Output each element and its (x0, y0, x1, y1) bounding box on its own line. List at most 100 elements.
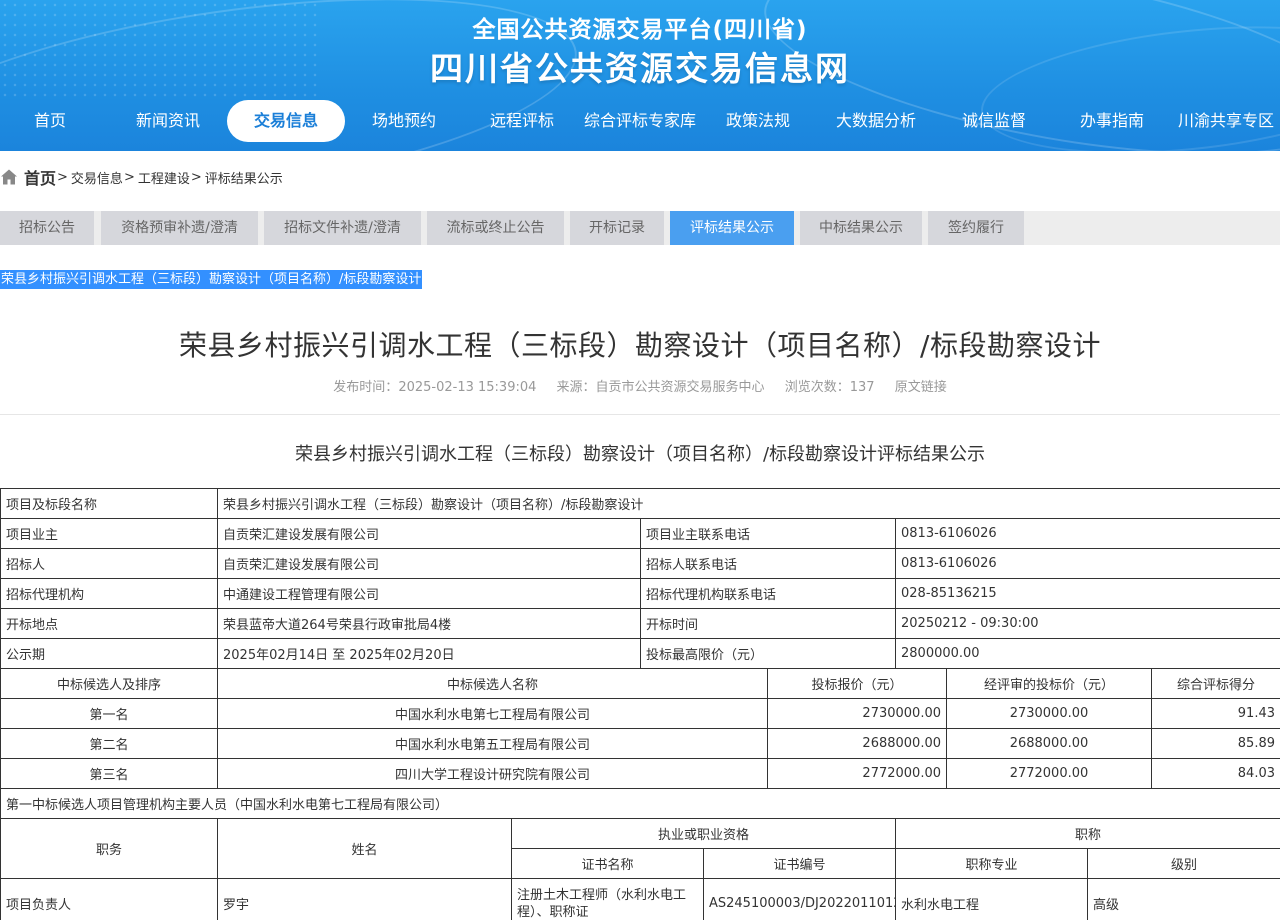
site-header: 全国公共资源交易平台(四川省) 四川省公共资源交易信息网 首页 新闻资讯 交易信… (0, 0, 1280, 151)
info-label: 公示期 (0, 638, 218, 669)
info-value: 自贡荣汇建设发展有限公司 (217, 548, 641, 579)
breadcrumb-construction[interactable]: 工程建设 (138, 168, 190, 187)
candidate-evaluated-bid: 2688000.00 (946, 728, 1152, 759)
personnel-level: 高级 (1087, 878, 1280, 920)
tab-evaluation-result[interactable]: 评标结果公示 (670, 211, 794, 245)
view-count: 浏览次数：137 (784, 380, 875, 395)
nav-policy[interactable]: 政策法规 (708, 100, 808, 142)
tab-opening-record[interactable]: 开标记录 (570, 211, 664, 245)
tab-award-result[interactable]: 中标结果公示 (800, 211, 922, 245)
candidate-rank: 第二名 (0, 728, 218, 759)
candidate-name: 中国水利水电第七工程局有限公司 (217, 698, 768, 729)
info-label: 投标最高限价（元） (640, 638, 896, 669)
nav-home[interactable]: 首页 (0, 100, 100, 142)
info-label: 项目业主联系电话 (640, 518, 896, 549)
nav-remote-evaluation[interactable]: 远程评标 (472, 100, 572, 142)
breadcrumb-current: 评标结果公示 (204, 171, 283, 187)
col-header-qualification: 执业或职业资格 (510, 818, 897, 849)
table-row: 项目负责人 罗宇 注册土木工程师（水利水电工程）、职称证 AS245100003… (0, 878, 1280, 920)
info-label: 招标人 (0, 548, 218, 579)
article-meta: 发布时间：2025-02-13 15:39:04 来源：自贡市公共资源交易服务中… (0, 376, 1280, 395)
project-name-value: 荣县乡村振兴引调水工程（三标段）勘察设计（项目名称）/标段勘察设计 (217, 488, 1280, 519)
info-value: 0813-6106026 (895, 518, 1280, 549)
table-row: 项目业主 自贡荣汇建设发展有限公司 项目业主联系电话 0813-6106026 (0, 518, 1280, 549)
candidate-name: 中国水利水电第五工程局有限公司 (217, 728, 768, 759)
nav-chuanyu-zone[interactable]: 川渝共享专区 (1172, 100, 1280, 142)
info-label: 招标代理机构联系电话 (640, 578, 896, 609)
info-value: 20250212 - 09:30:00 (895, 608, 1280, 639)
personnel-title-major: 水利水电工程 (895, 878, 1089, 920)
tab-tender-notice[interactable]: 招标公告 (0, 211, 94, 245)
nav-news[interactable]: 新闻资讯 (118, 100, 218, 142)
tab-contract[interactable]: 签约履行 (928, 211, 1024, 245)
col-header: 投标报价（元） (767, 668, 947, 699)
divider (0, 414, 1280, 415)
tab-failed-termination[interactable]: 流标或终止公告 (427, 211, 564, 245)
nav-trade-info[interactable]: 交易信息 (227, 100, 345, 142)
info-value: 0813-6106026 (895, 548, 1280, 579)
candidate-name: 四川大学工程设计研究院有限公司 (217, 758, 768, 789)
candidate-bid: 2772000.00 (767, 758, 947, 789)
table-row: 项目及标段名称 荣县乡村振兴引调水工程（三标段）勘察设计（项目名称）/标段勘察设… (0, 488, 1280, 519)
col-header: 中标候选人名称 (217, 668, 768, 699)
candidate-rank: 第一名 (0, 698, 218, 729)
col-header-level: 级别 (1087, 848, 1280, 879)
info-value: 2800000.00 (895, 638, 1280, 669)
publish-time: 发布时间：2025-02-13 15:39:04 (333, 380, 537, 395)
category-tabs: 招标公告 资格预审补遗/澄清 招标文件补遗/澄清 流标或终止公告 开标记录 评标… (0, 211, 1280, 245)
personnel-cert-no: AS245100003/DJ20220110124 (702, 878, 897, 920)
candidate-bid: 2688000.00 (767, 728, 947, 759)
candidate-score: 91.43 (1151, 698, 1280, 729)
nav-venue-booking[interactable]: 场地预约 (354, 100, 454, 142)
col-header-position: 职务 (0, 818, 218, 879)
personnel-position: 项目负责人 (0, 878, 218, 920)
table-row: 第一名 中国水利水电第七工程局有限公司 2730000.00 2730000.0… (0, 698, 1280, 729)
source: 来源：自贡市公共资源交易服务中心 (556, 380, 765, 395)
candidate-bid: 2730000.00 (767, 698, 947, 729)
candidate-evaluated-bid: 2730000.00 (946, 698, 1152, 729)
tab-tender-doc-addendum[interactable]: 招标文件补遗/澄清 (264, 211, 421, 245)
nav-guide[interactable]: 办事指南 (1062, 100, 1162, 142)
info-label: 招标人联系电话 (640, 548, 896, 579)
candidate-evaluated-bid: 2772000.00 (946, 758, 1152, 789)
candidate-score: 84.03 (1151, 758, 1280, 789)
personnel-table: 职务 姓名 执业或职业资格 职称 证书名称 证书编号 职称专业 级别 项目负责人… (0, 818, 1280, 920)
col-header-cert-name: 证书名称 (511, 848, 704, 879)
col-header-name: 姓名 (217, 818, 512, 879)
project-info-table: 项目及标段名称 荣县乡村振兴引调水工程（三标段）勘察设计（项目名称）/标段勘察设… (0, 488, 1280, 669)
selected-project-title: 荣县乡村振兴引调水工程（三标段）勘察设计（项目名称）/标段勘察设计 (0, 270, 423, 289)
col-header-cert-no: 证书编号 (702, 848, 897, 879)
info-label: 项目业主 (0, 518, 218, 549)
table-row: 开标地点 荣县蓝帝大道264号荣县行政审批局4楼 开标时间 20250212 -… (0, 608, 1280, 639)
nav-expert-library[interactable]: 综合评标专家库 (580, 100, 700, 142)
breadcrumb-home[interactable]: 首页 (24, 165, 56, 189)
page-title: 荣县乡村振兴引调水工程（三标段）勘察设计（项目名称）/标段勘察设计 (179, 329, 1101, 362)
nav-big-data[interactable]: 大数据分析 (826, 100, 926, 142)
table-row: 招标人 自贡荣汇建设发展有限公司 招标人联系电话 0813-6106026 (0, 548, 1280, 579)
breadcrumb: 首页 > 交易信息 > 工程建设 > 评标结果公示 (0, 165, 283, 189)
original-link[interactable]: 原文链接 (895, 380, 947, 395)
col-header: 综合评标得分 (1151, 668, 1280, 699)
table-row: 公示期 2025年02月14日 至 2025年02月20日 投标最高限价（元） … (0, 638, 1280, 669)
candidate-score: 85.89 (1151, 728, 1280, 759)
info-label: 招标代理机构 (0, 578, 218, 609)
table-row: 第三名 四川大学工程设计研究院有限公司 2772000.00 2772000.0… (0, 758, 1280, 789)
breadcrumb-separator: > (190, 169, 202, 185)
breadcrumb-separator: > (123, 169, 135, 185)
col-header: 经评审的投标价（元） (946, 668, 1152, 699)
col-header: 中标候选人及排序 (0, 668, 218, 699)
info-value: 自贡荣汇建设发展有限公司 (217, 518, 641, 549)
table-row: 招标代理机构 中通建设工程管理有限公司 招标代理机构联系电话 028-85136… (0, 578, 1280, 609)
breadcrumb-separator: > (57, 169, 68, 185)
table-row: 第二名 中国水利水电第五工程局有限公司 2688000.00 2688000.0… (0, 728, 1280, 759)
table-header-row: 职务 姓名 执业或职业资格 职称 (0, 818, 1280, 879)
personnel-caption: 第一中标候选人项目管理机构主要人员（中国水利水电第七工程局有限公司） (0, 788, 1280, 819)
col-header-title: 职称 (895, 818, 1280, 849)
nav-credit[interactable]: 诚信监督 (944, 100, 1044, 142)
info-value: 028-85136215 (895, 578, 1280, 609)
info-label: 开标地点 (0, 608, 218, 639)
tab-prequal-addendum[interactable]: 资格预审补遗/澄清 (101, 211, 258, 245)
col-header-title-major: 职称专业 (895, 848, 1089, 879)
breadcrumb-trade-info[interactable]: 交易信息 (71, 168, 123, 187)
announcement-title: 荣县乡村振兴引调水工程（三标段）勘察设计（项目名称）/标段勘察设计评标结果公示 (294, 444, 986, 465)
